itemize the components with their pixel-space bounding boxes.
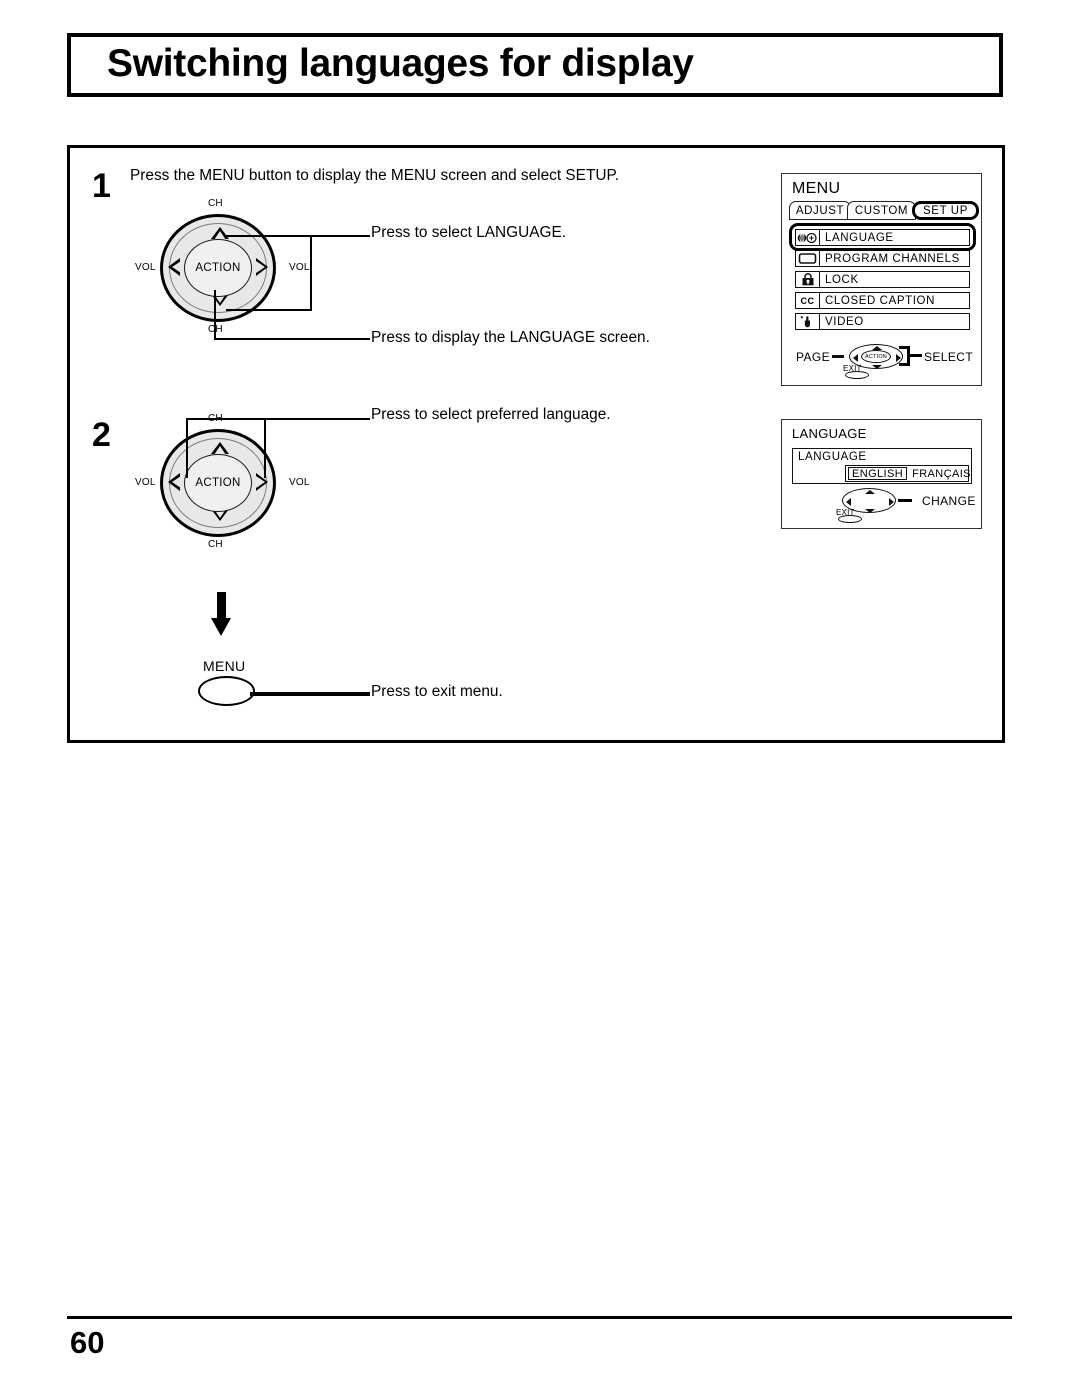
- nav-left-dash: [832, 355, 844, 358]
- leader-line-action-vertical: [214, 290, 217, 340]
- menu-button[interactable]: [198, 676, 255, 706]
- osd-language-options[interactable]: ENGLISH FRANÇAIS: [845, 465, 971, 482]
- joypad-ch-label-bottom: CH: [208, 539, 223, 550]
- page-title-box: Switching languages for display: [67, 33, 1003, 97]
- step-1-instruction: Press the MENU button to display the MEN…: [130, 167, 620, 184]
- callout-select-preferred-language: Press to select preferred language.: [371, 406, 611, 423]
- osd-row-label: LANGUAGE: [820, 229, 970, 246]
- joypad-right-arrow-icon[interactable]: [256, 258, 268, 276]
- nav-up-arrow-icon: [872, 345, 882, 350]
- joypad-ch-label-top: CH: [208, 198, 223, 209]
- osd-row-lock[interactable]: LOCK: [795, 270, 970, 289]
- hand-pointer-icon-svg: [800, 316, 810, 328]
- footer-divider: [67, 1316, 1012, 1319]
- osd-row-program-channels[interactable]: PROGRAM CHANNELS: [795, 249, 970, 268]
- joypad-action-label: ACTION: [195, 262, 241, 274]
- step-1-number: 1: [92, 167, 111, 205]
- joypad-action-label: ACTION: [195, 477, 241, 489]
- nav-action-label: ACTION: [861, 350, 891, 363]
- leader-line-up-arrow: [226, 235, 312, 238]
- padlock-icon: [795, 271, 820, 288]
- osd-row-label: CLOSED CAPTION: [820, 292, 970, 309]
- page-number: 60: [70, 1325, 105, 1360]
- nav-change-dash: [898, 499, 912, 502]
- option-english[interactable]: ENGLISH: [848, 467, 908, 480]
- nav-change-label: CHANGE: [922, 494, 976, 508]
- osd-row-video[interactable]: VIDEO: [795, 312, 970, 331]
- joypad-step-1[interactable]: ACTION CH CH VOL VOL: [135, 198, 309, 335]
- osd-row-closed-caption[interactable]: CC CLOSED CAPTION: [795, 291, 970, 310]
- joypad-right-arrow-icon[interactable]: [256, 473, 268, 491]
- tab-adjust[interactable]: ADJUST: [789, 201, 851, 220]
- osd-menu-tabs: ADJUST CUSTOM SET UP: [789, 201, 979, 220]
- globe-language-icon-svg: [797, 232, 817, 243]
- leader-line-exit-menu: [250, 692, 370, 696]
- osd-row-label: PROGRAM CHANNELS: [820, 250, 970, 267]
- osd-row-language[interactable]: LANGUAGE: [795, 228, 970, 247]
- osd-menu-title: MENU: [792, 180, 841, 197]
- padlock-icon-svg: [802, 273, 813, 286]
- leader-line-down-arrow: [226, 309, 312, 312]
- osd-row-label: VIDEO: [820, 313, 970, 330]
- callout-select-language: Press to select LANGUAGE.: [371, 224, 567, 241]
- osd-language-nav-hint: CHANGE EXIT: [836, 488, 975, 523]
- nav-left-arrow-icon: [853, 353, 858, 362]
- joypad-up-arrow-icon[interactable]: [211, 442, 229, 455]
- callout-exit-menu: Press to exit menu.: [371, 683, 503, 700]
- leader-line-right-arrow-vertical: [264, 418, 267, 478]
- flow-down-arrow-icon: [211, 592, 231, 636]
- closed-caption-icon: CC: [795, 292, 820, 309]
- osd-language-setting-box: LANGUAGE ENGLISH FRANÇAIS: [792, 448, 972, 484]
- nav-up-arrow-icon: [865, 489, 875, 494]
- joypad-left-arrow-icon[interactable]: [168, 473, 181, 491]
- tab-custom[interactable]: CUSTOM: [847, 201, 916, 220]
- callout-display-language-screen: Press to display the LANGUAGE screen.: [371, 329, 650, 346]
- leader-line-vertical-updown: [310, 235, 313, 311]
- step-2-number: 2: [92, 416, 111, 454]
- tab-set-up[interactable]: SET UP: [912, 201, 979, 220]
- page-title: Switching languages for display: [107, 42, 694, 86]
- joypad-vol-label-right: VOL: [289, 262, 310, 273]
- osd-menu-panel: MENU ADJUST CUSTOM SET UP LANGUAGE PROGR…: [781, 173, 982, 386]
- globe-language-icon: [795, 229, 820, 246]
- osd-row-label: LOCK: [820, 271, 970, 288]
- joypad-action-button[interactable]: ACTION: [184, 454, 252, 512]
- osd-language-panel: LANGUAGE LANGUAGE ENGLISH FRANÇAIS CHANG…: [781, 419, 982, 529]
- hand-pointer-icon: [795, 313, 820, 330]
- nav-exit-oval-icon: [838, 515, 862, 523]
- leader-line-action-horizontal: [214, 338, 370, 341]
- osd-language-setting-label: LANGUAGE: [798, 451, 867, 463]
- leader-line-step2-horizontal: [186, 418, 370, 421]
- nav-down-arrow-icon: [865, 509, 875, 513]
- tv-screen-icon: [795, 250, 820, 267]
- nav-exit-oval-icon: [845, 371, 869, 379]
- osd-menu-nav-hint: PAGE ACTION SELECT EXIT: [796, 342, 974, 380]
- nav-select-label: SELECT: [924, 350, 974, 364]
- menu-button-label: MENU: [203, 658, 246, 674]
- leader-line-left-arrow-vertical: [186, 418, 189, 478]
- tv-screen-icon-svg: [798, 252, 817, 264]
- joypad-vol-label-left: VOL: [135, 477, 156, 488]
- joypad-vol-label-left: VOL: [135, 262, 156, 273]
- nav-right-arrow-icon: [889, 497, 894, 506]
- option-francais[interactable]: FRANÇAIS: [912, 468, 971, 480]
- nav-right-dash: [908, 354, 922, 357]
- nav-left-arrow-icon: [846, 497, 851, 506]
- closed-caption-icon-text: CC: [800, 295, 815, 306]
- joypad-left-arrow-icon[interactable]: [168, 258, 181, 276]
- joypad-action-button[interactable]: ACTION: [184, 239, 252, 297]
- joypad-up-arrow-icon[interactable]: [211, 227, 229, 240]
- osd-language-title: LANGUAGE: [792, 426, 867, 441]
- nav-down-arrow-icon: [872, 365, 882, 369]
- leader-line-to-select-language: [310, 235, 370, 238]
- osd-tab-underline: [789, 219, 909, 221]
- joypad-vol-label-right: VOL: [289, 477, 310, 488]
- nav-page-label: PAGE: [796, 350, 831, 364]
